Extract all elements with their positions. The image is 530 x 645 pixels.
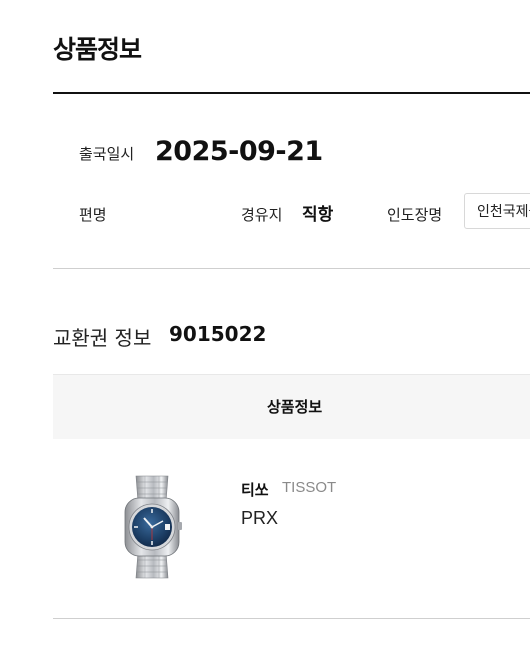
section-divider xyxy=(53,268,530,269)
product-row-divider xyxy=(53,618,530,619)
pickup-location-field[interactable] xyxy=(464,193,530,229)
pickup-label: 인도장명 xyxy=(387,206,443,224)
brand-name-english: TISSOT xyxy=(282,479,337,496)
route-label: 경유지 xyxy=(241,206,283,224)
route-value: 직항 xyxy=(302,205,334,225)
departure-label: 출국일시 xyxy=(79,145,135,163)
voucher-number: 9015022 xyxy=(169,322,267,346)
page-title: 상품정보 xyxy=(53,35,142,64)
brand-name-korean: 티쏘 xyxy=(241,481,269,499)
departure-datetime: 2025-09-21 xyxy=(155,136,323,167)
watch-image xyxy=(122,474,182,580)
voucher-label: 교환권 정보 xyxy=(53,326,152,350)
flight-label: 편명 xyxy=(79,206,107,224)
product-column-header: 상품정보 xyxy=(267,398,323,416)
product-model: PRX xyxy=(241,508,279,528)
title-divider xyxy=(53,92,530,94)
